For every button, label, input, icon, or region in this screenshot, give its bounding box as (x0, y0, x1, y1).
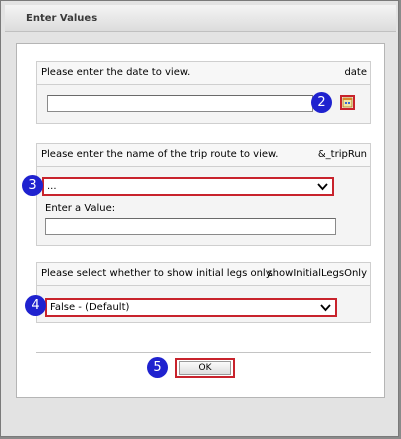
date-param-header: Please enter the date to view. date (37, 62, 370, 85)
trip-route-select[interactable]: ... (42, 177, 334, 196)
ok-button[interactable]: OK (179, 361, 231, 375)
dialog-titlebar: Enter Values (5, 5, 396, 32)
chevron-down-icon (320, 304, 331, 312)
initial-legs-selected: False - (Default) (50, 302, 130, 313)
date-param-name: date (344, 67, 367, 78)
chevron-down-icon (317, 183, 328, 191)
ok-button-highlight: OK (175, 358, 235, 378)
legs-param-header: Please select whether to show initial le… (37, 263, 370, 286)
dialog-title: Enter Values (26, 13, 98, 24)
enter-value-label: Enter a Value: (45, 203, 116, 214)
footer-divider (36, 352, 371, 353)
legs-prompt: Please select whether to show initial le… (41, 268, 274, 279)
date-input[interactable] (47, 95, 313, 112)
trip-param-name: &_tripRun (317, 149, 367, 160)
trip-param-panel: Please enter the name of the trip route … (36, 143, 371, 246)
date-param-panel: Please enter the date to view. date 2 (36, 61, 371, 124)
initial-legs-select[interactable]: False - (Default) (45, 298, 337, 317)
legs-param-panel: Please select whether to show initial le… (36, 262, 371, 323)
trip-route-value-input[interactable] (45, 218, 336, 235)
calendar-icon[interactable] (340, 95, 355, 110)
dialog-content: Please enter the date to view. date 2 Pl… (16, 43, 385, 398)
trip-prompt: Please enter the name of the trip route … (41, 149, 279, 160)
step-4-badge: 4 (25, 295, 46, 316)
step-3-badge: 3 (22, 175, 43, 196)
step-5-badge: 5 (147, 357, 168, 378)
enter-values-dialog: Enter Values Please enter the date to vi… (0, 0, 399, 437)
trip-route-selected: ... (47, 181, 57, 192)
step-2-badge: 2 (311, 92, 332, 113)
date-prompt: Please enter the date to view. (41, 67, 191, 78)
dialog-footer-bar (5, 411, 396, 434)
trip-param-header: Please enter the name of the trip route … (37, 144, 370, 167)
legs-param-name: showInitialLegsOnly (267, 268, 367, 279)
